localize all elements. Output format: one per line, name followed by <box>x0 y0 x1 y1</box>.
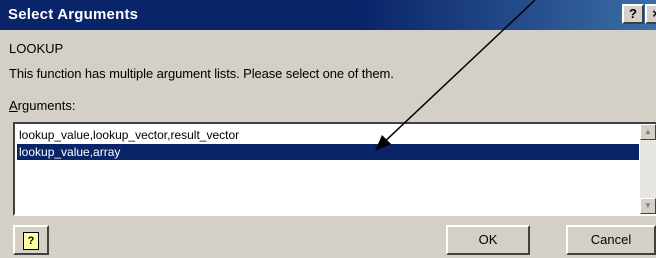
arguments-label-text: rguments: <box>17 98 76 113</box>
vertical-scrollbar[interactable]: ▲ ▼ <box>640 124 656 214</box>
window-title: Select Arguments <box>8 6 139 23</box>
title-help-button[interactable]: ? <box>622 4 644 24</box>
list-item[interactable]: lookup_value,lookup_vector,result_vector <box>17 127 639 143</box>
list-item-selected[interactable]: lookup_value,array <box>17 144 639 160</box>
function-description: This function has multiple argument list… <box>9 66 394 81</box>
function-name: LOOKUP <box>9 41 64 56</box>
arguments-label-access-key: A <box>9 98 18 113</box>
title-close-button[interactable]: × <box>645 4 656 24</box>
select-arguments-dialog: Select Arguments ? × LOOKUP This functio… <box>0 0 656 258</box>
title-bar[interactable]: Select Arguments ? × <box>0 0 656 30</box>
scroll-down-arrow-icon[interactable]: ▼ <box>640 198 656 214</box>
help-button[interactable]: ? <box>13 225 49 255</box>
office-assistant-help-icon: ? <box>23 232 39 250</box>
arguments-label: Arguments: <box>9 98 75 113</box>
cancel-button[interactable]: Cancel <box>566 225 656 255</box>
arguments-listbox[interactable]: lookup_value,lookup_vector,result_vector… <box>13 122 656 216</box>
scroll-up-arrow-icon[interactable]: ▲ <box>640 124 656 140</box>
ok-button[interactable]: OK <box>446 225 530 255</box>
